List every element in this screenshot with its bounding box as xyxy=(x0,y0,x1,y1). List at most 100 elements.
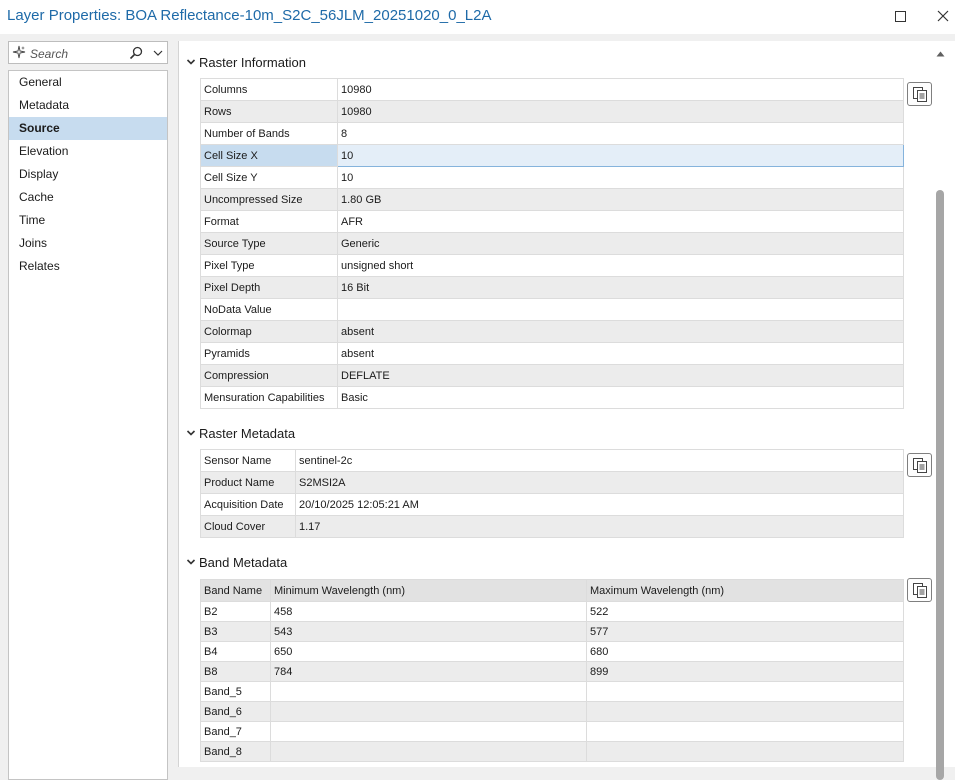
table-row-selected[interactable]: Cell Size X 10 xyxy=(200,144,904,167)
sidebar-item-relates[interactable]: Relates xyxy=(9,255,167,278)
copy-raster-information-button[interactable] xyxy=(907,82,932,106)
column-header[interactable]: Maximum Wavelength (nm) xyxy=(586,579,904,602)
property-value: Basic xyxy=(337,386,904,409)
close-icon xyxy=(937,10,949,22)
section-raster-metadata[interactable]: Raster Metadata xyxy=(186,424,295,442)
table-row[interactable]: Acquisition Date 20/10/2025 12:05:21 AM xyxy=(200,493,904,516)
table-row[interactable]: Colormap absent xyxy=(200,320,904,343)
property-value: DEFLATE xyxy=(337,364,904,387)
property-value: S2MSI2A xyxy=(295,471,904,494)
table-row[interactable]: Band_8 xyxy=(200,741,904,762)
table-row[interactable]: Cell Size Y 10 xyxy=(200,166,904,189)
table-header-row: Band Name Minimum Wavelength (nm) Maximu… xyxy=(200,579,904,602)
chevron-down-icon[interactable] xyxy=(152,47,164,59)
property-name: Cell Size X xyxy=(200,144,338,167)
vertical-scrollbar[interactable] xyxy=(933,48,947,780)
property-name: NoData Value xyxy=(200,298,338,321)
table-row[interactable]: Compression DEFLATE xyxy=(200,364,904,387)
property-name: Cell Size Y xyxy=(200,166,338,189)
max-wavelength: 577 xyxy=(586,621,904,642)
band-name: B8 xyxy=(200,661,271,682)
table-row[interactable]: Number of Bands 8 xyxy=(200,122,904,145)
table-row[interactable]: Columns 10980 xyxy=(200,78,904,101)
max-wavelength xyxy=(586,721,904,742)
property-name: Pixel Type xyxy=(200,254,338,277)
sparkle-icon xyxy=(12,45,26,59)
property-value: 10 xyxy=(337,166,904,189)
table-row[interactable]: NoData Value xyxy=(200,298,904,321)
property-name: Pixel Depth xyxy=(200,276,338,299)
sidebar: Search General Metadata Source Elevation… xyxy=(8,41,168,780)
section-title: Raster Information xyxy=(199,54,306,70)
property-name: Uncompressed Size xyxy=(200,188,338,211)
property-value xyxy=(337,298,904,321)
property-value: absent xyxy=(337,320,904,343)
property-name: Cloud Cover xyxy=(200,515,296,538)
section-title: Band Metadata xyxy=(199,554,288,570)
scroll-up-icon[interactable] xyxy=(936,51,945,57)
table-row[interactable]: Pixel Type unsigned short xyxy=(200,254,904,277)
table-row[interactable]: B4 650 680 xyxy=(200,641,904,662)
property-value: 1.80 GB xyxy=(337,188,904,211)
sidebar-item-cache[interactable]: Cache xyxy=(9,186,167,209)
table-row[interactable]: Band_5 xyxy=(200,681,904,702)
max-wavelength xyxy=(586,681,904,702)
property-name: Acquisition Date xyxy=(200,493,296,516)
property-value: 1.17 xyxy=(295,515,904,538)
table-row[interactable]: Pixel Depth 16 Bit xyxy=(200,276,904,299)
property-value: absent xyxy=(337,342,904,365)
copy-raster-metadata-button[interactable] xyxy=(907,453,932,477)
property-value: 20/10/2025 12:05:21 AM xyxy=(295,493,904,516)
raster-metadata-table: Sensor Name sentinel-2c Product Name S2MSI… xyxy=(200,449,904,538)
maximize-button[interactable] xyxy=(888,6,912,26)
sidebar-item-elevation[interactable]: Elevation xyxy=(9,140,167,163)
column-header[interactable]: Minimum Wavelength (nm) xyxy=(270,579,587,602)
table-row[interactable]: Source Type Generic xyxy=(200,232,904,255)
max-wavelength xyxy=(586,741,904,762)
sidebar-item-general[interactable]: General xyxy=(9,71,167,94)
min-wavelength: 543 xyxy=(270,621,587,642)
sidebar-item-display[interactable]: Display xyxy=(9,163,167,186)
sidebar-item-joins[interactable]: Joins xyxy=(9,232,167,255)
search-input[interactable]: Search xyxy=(8,41,168,64)
table-row[interactable]: Mensuration Capabilities Basic xyxy=(200,386,904,409)
band-name: Band_6 xyxy=(200,701,271,722)
table-row[interactable]: Cloud Cover 1.17 xyxy=(200,515,904,538)
min-wavelength: 458 xyxy=(270,601,587,622)
table-row[interactable]: Band_7 xyxy=(200,721,904,742)
search-icon[interactable] xyxy=(129,46,143,60)
band-name: B3 xyxy=(200,621,271,642)
table-row[interactable]: Sensor Name sentinel-2c xyxy=(200,449,904,472)
property-name: Compression xyxy=(200,364,338,387)
table-row[interactable]: Rows 10980 xyxy=(200,100,904,123)
table-row[interactable]: Product Name S2MSI2A xyxy=(200,471,904,494)
min-wavelength: 650 xyxy=(270,641,587,662)
property-value: 8 xyxy=(337,122,904,145)
sidebar-item-time[interactable]: Time xyxy=(9,209,167,232)
band-metadata-table: Band Name Minimum Wavelength (nm) Maximu… xyxy=(200,579,904,762)
section-raster-information[interactable]: Raster Information xyxy=(186,53,306,71)
property-value: 10980 xyxy=(337,100,904,123)
table-row[interactable]: B2 458 522 xyxy=(200,601,904,622)
close-button[interactable] xyxy=(931,6,955,26)
sidebar-item-metadata[interactable]: Metadata xyxy=(9,94,167,117)
table-row[interactable]: B3 543 577 xyxy=(200,621,904,642)
band-name: Band_8 xyxy=(200,741,271,762)
table-row[interactable]: Format AFR xyxy=(200,210,904,233)
column-header[interactable]: Band Name xyxy=(200,579,271,602)
max-wavelength: 680 xyxy=(586,641,904,662)
min-wavelength: 784 xyxy=(270,661,587,682)
table-row[interactable]: Uncompressed Size 1.80 GB xyxy=(200,188,904,211)
property-name: Sensor Name xyxy=(200,449,296,472)
sidebar-item-source[interactable]: Source xyxy=(9,117,167,140)
copy-band-metadata-button[interactable] xyxy=(907,578,932,602)
page-list: General Metadata Source Elevation Displa… xyxy=(8,70,168,780)
scroll-thumb[interactable] xyxy=(936,190,944,780)
band-name: Band_7 xyxy=(200,721,271,742)
min-wavelength xyxy=(270,701,587,722)
table-row[interactable]: B8 784 899 xyxy=(200,661,904,682)
window-title: Layer Properties: BOA Reflectance-10m_S2… xyxy=(7,7,492,24)
table-row[interactable]: Band_6 xyxy=(200,701,904,722)
section-band-metadata[interactable]: Band Metadata xyxy=(186,553,287,571)
table-row[interactable]: Pyramids absent xyxy=(200,342,904,365)
